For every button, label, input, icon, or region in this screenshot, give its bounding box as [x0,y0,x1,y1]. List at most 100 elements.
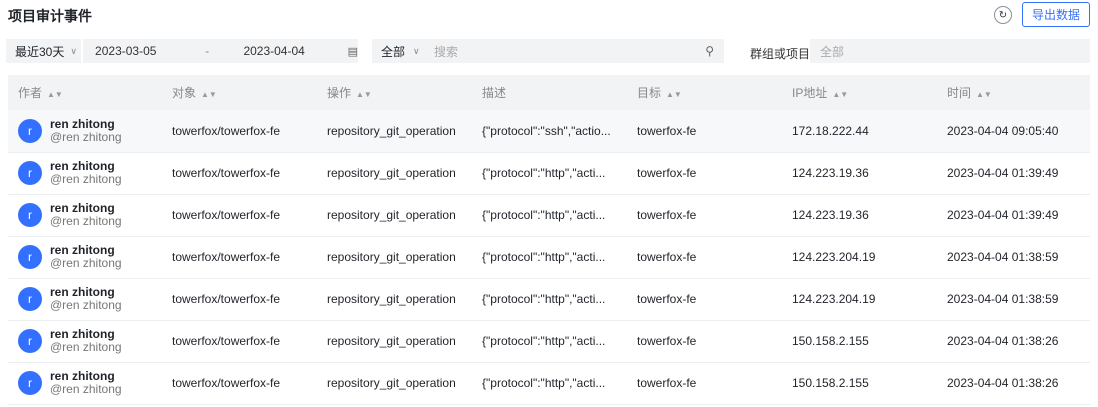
target-cell[interactable]: towerfox-fe [627,362,782,405]
ip-cell: 124.223.204.19 [782,278,937,321]
table-row[interactable]: r ren zhitong @ren zhitong towerfox/towerfo… [8,194,1090,237]
author-handle: @ren zhitong [50,382,122,396]
table-row[interactable]: r ren zhitong @ren zhitong towerfox/towerfo… [8,320,1090,363]
author-handle: @ren zhitong [50,340,122,354]
table-row[interactable]: r ren zhitong @ren zhitong towerfox/towerfo… [8,236,1090,279]
sync-icon[interactable]: ↻ [994,6,1012,24]
column-label: 对象 [172,86,197,100]
column-header[interactable]: 描述 [472,75,627,110]
table-row[interactable]: r ren zhitong @ren zhitong towerfox/towerfo… [8,278,1090,321]
desc-cell: {"protocol":"http","acti... [472,362,627,405]
desc-cell: {"protocol":"http","acti... [472,278,627,321]
column-header[interactable]: 操作 ▲▼ [317,75,472,110]
desc-cell: {"protocol":"http","acti... [472,194,627,237]
date-preset-select[interactable]: 最近30天 ∨ [6,39,84,63]
object-cell[interactable]: towerfox/towerfox-fe [162,194,317,237]
table-row[interactable]: r ren zhitong @ren zhitong towerfox/towerfo… [8,362,1090,405]
avatar[interactable]: r [18,287,42,311]
time-cell: 2023-04-04 01:38:59 [937,278,1090,321]
date-range-picker[interactable]: 最近30天 ∨ 2023-03-05 - 2023-04-04 ▤ [6,39,358,63]
scope-select[interactable]: 全部 ∨ [372,43,434,60]
chevron-down-icon: ∨ [70,45,77,56]
table-row[interactable]: r ren zhitong @ren zhitong towerfox/towerfo… [8,152,1090,195]
author-handle: @ren zhitong [50,298,122,312]
ip-cell: 124.223.204.19 [782,236,937,279]
target-cell[interactable]: towerfox-fe [627,278,782,321]
ip-cell: 172.18.222.44 [782,110,937,153]
time-cell: 2023-04-04 09:05:40 [937,110,1090,153]
chevron-down-icon: ∨ [413,45,420,56]
time-cell: 2023-04-04 01:39:49 [937,152,1090,195]
author-cell: r ren zhitong @ren zhitong [8,236,162,279]
op-cell: repository_git_operation [317,110,472,153]
author-cell: r ren zhitong @ren zhitong [8,194,162,237]
column-label: 作者 [18,86,43,100]
desc-cell: {"protocol":"http","acti... [472,236,627,279]
object-cell[interactable]: towerfox/towerfox-fe [162,278,317,321]
author-cell: r ren zhitong @ren zhitong [8,362,162,405]
column-label: 操作 [327,86,352,100]
author-handle: @ren zhitong [50,172,122,186]
avatar[interactable]: r [18,245,42,269]
page-title: 项目审计事件 [8,8,92,24]
sort-icon[interactable]: ▲▼ [201,90,217,99]
export-button[interactable]: 导出数据 [1022,2,1090,27]
avatar[interactable]: r [18,203,42,227]
column-header[interactable]: 作者 ▲▼ [8,75,162,110]
op-cell: repository_git_operation [317,194,472,237]
ip-cell: 124.223.19.36 [782,152,937,195]
sort-icon[interactable]: ▲▼ [976,90,992,99]
target-cell[interactable]: towerfox-fe [627,320,782,363]
desc-cell: {"protocol":"http","acti... [472,320,627,363]
sort-icon[interactable]: ▲▼ [356,90,372,99]
column-header[interactable]: 对象 ▲▼ [162,75,317,110]
avatar[interactable]: r [18,161,42,185]
author-name[interactable]: ren zhitong [50,117,122,131]
search-icon[interactable]: ⚲ [705,44,714,58]
column-label: 目标 [637,86,662,100]
op-cell: repository_git_operation [317,278,472,321]
end-date[interactable]: 2023-04-04 [243,44,329,58]
ip-cell: 150.158.2.155 [782,320,937,363]
search-bar[interactable]: 全部 ∨ 搜索 ⚲ [372,39,724,63]
ip-cell: 124.223.19.36 [782,194,937,237]
op-cell: repository_git_operation [317,320,472,363]
audit-table: 作者 ▲▼ 对象 ▲▼ 操作 ▲▼ 描述 目标 ▲▼ IP地址 ▲▼ 时间 ▲▼ r ren zhiton… [8,75,1090,405]
search-input[interactable]: 搜索 [434,43,705,60]
object-cell[interactable]: towerfox/towerfox-fe [162,236,317,279]
avatar[interactable]: r [18,329,42,353]
author-handle: @ren zhitong [50,129,122,144]
avatar[interactable]: r [18,371,42,395]
avatar[interactable]: r [18,118,42,143]
time-cell: 2023-04-04 01:38:59 [937,236,1090,279]
sort-icon[interactable]: ▲▼ [47,90,63,99]
object-cell[interactable]: towerfox/towerfox-fe [162,362,317,405]
target-cell[interactable]: towerfox-fe [627,236,782,279]
author-cell: r ren zhitong @ren zhitong [8,320,162,363]
sort-icon[interactable]: ▲▼ [832,90,848,99]
start-date[interactable]: 2023-03-05 [95,44,205,58]
column-header[interactable]: 目标 ▲▼ [627,75,782,110]
author-handle: @ren zhitong [50,214,122,228]
desc-cell: {"protocol":"http","acti... [472,152,627,195]
sort-icon[interactable]: ▲▼ [666,90,682,99]
object-cell[interactable]: towerfox/towerfox-fe [162,110,317,153]
author-cell: r ren zhitong @ren zhitong [8,152,162,195]
time-cell: 2023-04-04 01:39:49 [937,194,1090,237]
column-header[interactable]: IP地址 ▲▼ [782,75,937,110]
calendar-icon[interactable]: ▤ [348,45,358,58]
author-cell: r ren zhitong @ren zhitong [8,110,162,153]
object-cell[interactable]: towerfox/towerfox-fe [162,320,317,363]
object-cell[interactable]: towerfox/towerfox-fe [162,152,317,195]
target-cell[interactable]: towerfox-fe [627,194,782,237]
target-cell[interactable]: towerfox-fe [627,152,782,195]
column-label: 描述 [482,86,507,100]
scope-label: 全部 [381,44,406,59]
table-row[interactable]: r ren zhitong @ren zhitong towerfox/towerfo… [8,110,1090,153]
group-label: 群组或项目 [750,47,811,61]
date-preset-label: 最近30天 [15,44,65,59]
group-select[interactable]: 全部 [810,39,1090,63]
column-header[interactable]: 时间 ▲▼ [937,75,1090,110]
column-label: 时间 [947,86,972,100]
target-cell[interactable]: towerfox-fe [627,110,782,153]
